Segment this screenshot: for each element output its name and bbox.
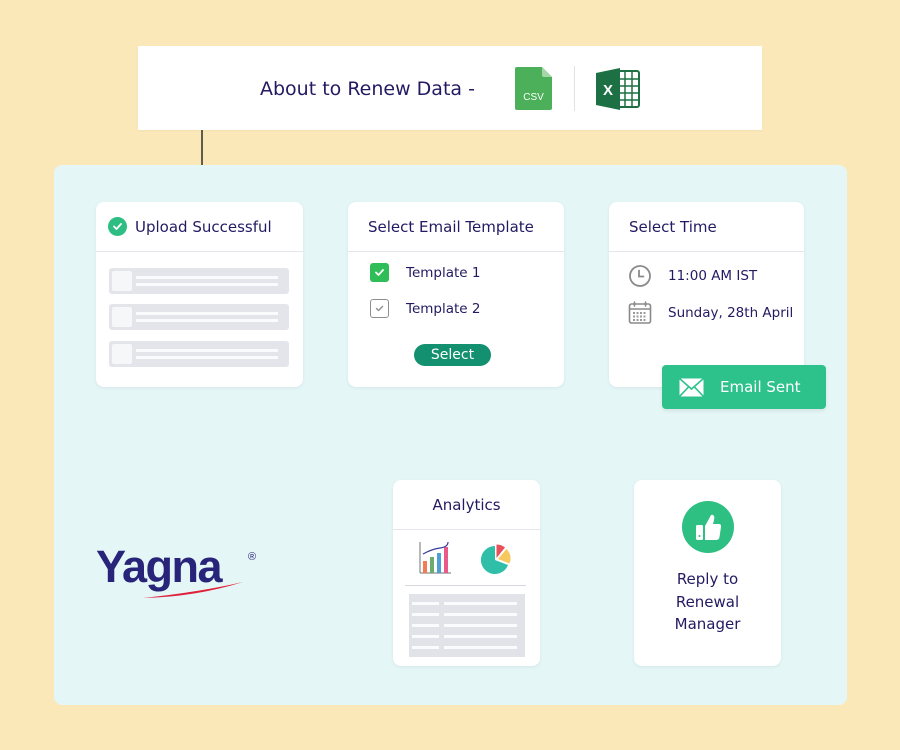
upload-successful-card: Upload Successful <box>96 202 303 387</box>
banner-divider <box>574 66 575 111</box>
excel-file-icon[interactable]: X <box>596 68 641 110</box>
reply-card-label: Reply to Renewal Manager <box>674 570 741 633</box>
analytics-table <box>409 594 525 657</box>
select-time-card: Select Time 11:00 AM IST Sunday, 28th Ap… <box>609 202 804 387</box>
analytics-card[interactable]: Analytics <box>393 480 540 666</box>
file-row-checkbox <box>112 307 132 327</box>
time-card-header: Select Time <box>609 202 804 252</box>
data-source-banner: About to Renew Data - CSV X <box>138 46 762 130</box>
thumbs-up-icon <box>682 501 734 553</box>
template-option-1[interactable]: Template 1 <box>370 263 480 282</box>
banner-title: About to Renew Data - <box>260 78 475 100</box>
template-option-2[interactable]: Template 2 <box>370 299 480 318</box>
logo-registered-mark: ® <box>248 551 256 563</box>
uploaded-file-row <box>109 341 289 367</box>
yagna-logo: Yagna ® <box>96 541 256 598</box>
analytics-card-header: Analytics <box>393 480 540 530</box>
logo-text: Yagna <box>96 541 224 592</box>
template-option-label: Template 2 <box>406 300 481 317</box>
upload-card-title: Upload Successful <box>135 217 272 236</box>
excel-label: X <box>603 82 613 99</box>
analytics-divider <box>405 585 526 586</box>
file-row-checkbox <box>112 271 132 291</box>
pie-chart-icon <box>480 544 511 574</box>
checkbox-checked-icon[interactable] <box>370 263 389 282</box>
envelope-icon <box>679 377 704 397</box>
csv-label: CSV <box>523 92 544 103</box>
select-email-template-card: Select Email Template Template 1 Templat… <box>348 202 564 387</box>
checkbox-unchecked-icon[interactable] <box>370 299 389 318</box>
email-sent-badge: Email Sent <box>662 365 826 409</box>
check-circle-icon <box>108 217 127 236</box>
template-card-header: Select Email Template <box>348 202 564 252</box>
bar-chart-icon <box>419 541 451 574</box>
selected-date: Sunday, 28th April <box>668 305 794 321</box>
date-row[interactable]: Sunday, 28th April <box>628 301 793 325</box>
selected-time: 11:00 AM IST <box>668 268 758 284</box>
file-row-checkbox <box>112 344 132 364</box>
upload-card-header: Upload Successful <box>96 202 303 252</box>
template-option-label: Template 1 <box>406 264 481 281</box>
clock-icon <box>629 265 651 287</box>
calendar-icon <box>628 301 652 324</box>
select-template-button[interactable]: Select <box>414 344 491 366</box>
reply-to-renewal-manager-card[interactable]: Reply to Renewal Manager <box>634 480 781 666</box>
uploaded-file-row <box>109 268 289 294</box>
time-row[interactable]: 11:00 AM IST <box>628 264 757 288</box>
uploaded-file-row <box>109 304 289 330</box>
email-sent-label: Email Sent <box>720 378 801 396</box>
csv-file-icon[interactable]: CSV <box>515 67 552 110</box>
